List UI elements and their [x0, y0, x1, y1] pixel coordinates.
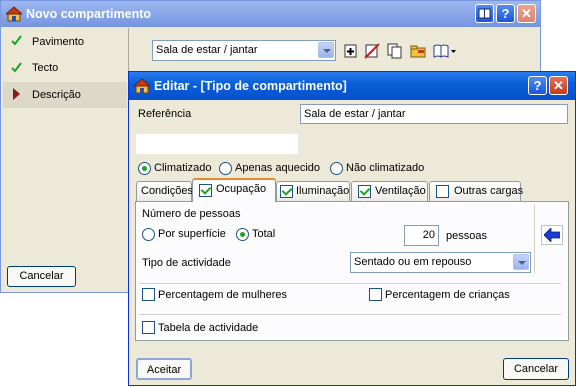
back-cancel-button[interactable]: Cancelar: [7, 266, 76, 287]
check-icon: [11, 62, 22, 73]
radio-por-superficie-label: Por superfície: [158, 228, 226, 240]
separator: [139, 314, 561, 316]
edit-dialog: Editar - [Tipo de compartimento] ? ✕ Ref…: [128, 71, 576, 386]
radio-total-label: Total: [252, 228, 276, 240]
children-percentage-label: Percentagem de crianças: [385, 289, 510, 301]
check-icon: [11, 35, 22, 46]
add-icon[interactable]: [343, 43, 359, 59]
arrow-right-icon: [13, 88, 20, 100]
nav-panel: Pavimento Tecto Descrição: [3, 28, 127, 258]
close-button[interactable]: ✕: [517, 4, 536, 23]
help-button[interactable]: ?: [496, 4, 515, 23]
back-window-title: Novo compartimento: [26, 7, 152, 21]
people-unit-label: pessoas: [446, 230, 487, 242]
people-count-label: Número de pessoas: [142, 208, 241, 220]
delete-icon[interactable]: [364, 43, 380, 59]
occupancy-content: Número de pessoas Por superfície Total 2…: [129, 72, 576, 387]
nav-item-label: Pavimento: [32, 36, 84, 48]
radio-por-superficie[interactable]: [142, 228, 155, 241]
folder-icon[interactable]: [410, 43, 426, 59]
book-icon: [478, 8, 491, 19]
chevron-down-icon[interactable]: [513, 254, 529, 270]
nav-item-pavimento[interactable]: Pavimento: [3, 28, 127, 54]
nav-item-label: Descrição: [32, 89, 81, 101]
separator: [139, 283, 561, 285]
book-help-button[interactable]: [475, 4, 494, 23]
activity-table-label: Tabela de actividade: [158, 322, 259, 334]
radio-total[interactable]: [236, 228, 249, 241]
chevron-down-icon[interactable]: [318, 42, 334, 58]
activity-table-checkbox[interactable]: [142, 321, 155, 334]
activity-type-select[interactable]: Sentado ou em repouso: [350, 252, 531, 273]
activity-type-label: Tipo de actividade: [142, 257, 231, 269]
nav-item-tecto[interactable]: Tecto: [3, 55, 127, 81]
copy-icon[interactable]: [387, 43, 403, 59]
toolbar: [343, 41, 463, 61]
women-percentage-label: Percentagem de mulheres: [158, 289, 288, 301]
children-percentage-checkbox[interactable]: [369, 288, 382, 301]
book-menu-icon[interactable]: [433, 43, 457, 59]
vertical-divider: [534, 205, 535, 273]
apply-arrow-button[interactable]: [541, 225, 563, 245]
arrow-left-icon: [544, 228, 560, 242]
women-percentage-checkbox[interactable]: [142, 288, 155, 301]
people-count-field[interactable]: 20: [404, 225, 439, 246]
back-window-titlebar[interactable]: Novo compartimento ? ✕: [1, 1, 540, 27]
nav-item-label: Tecto: [32, 62, 59, 74]
type-select[interactable]: Sala de estar / jantar: [152, 40, 336, 61]
nav-item-descricao[interactable]: Descrição: [3, 82, 127, 108]
house-icon: [6, 6, 22, 22]
